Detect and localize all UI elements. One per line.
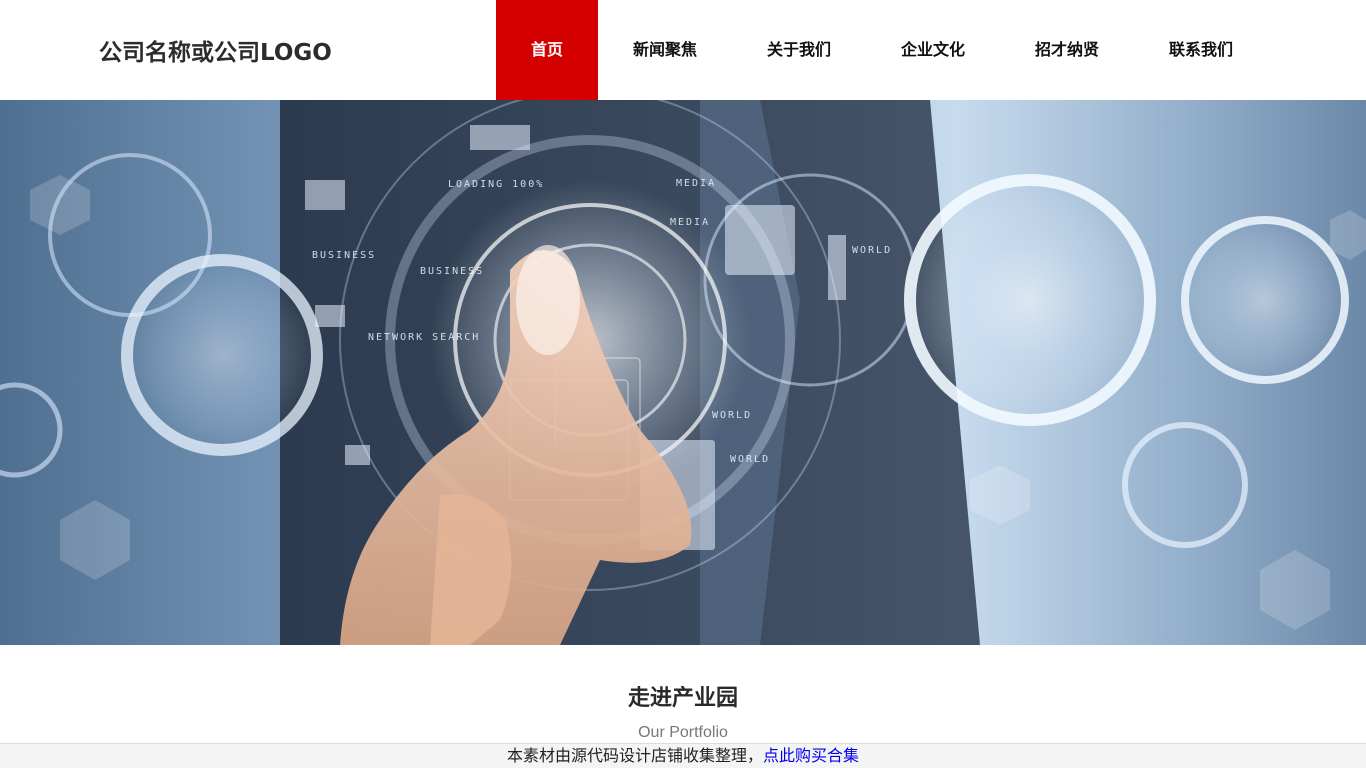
company-logo[interactable]: 公司名称或公司LOGO [99, 33, 332, 67]
section-subtitle: Our Portfolio [638, 724, 728, 741]
main-nav: 首页 新闻聚焦 关于我们 企业文化 招才纳贤 联系我们 [496, 0, 1268, 100]
svg-text:MEDIA: MEDIA [676, 178, 716, 189]
svg-text:NETWORK SEARCH: NETWORK SEARCH [368, 332, 480, 343]
nav-item-careers[interactable]: 招才纳贤 [1000, 0, 1134, 100]
source-notice-bar: 本素材由源代码设计店铺收集整理，点此购买合集 [0, 743, 1366, 768]
svg-text:WORLD: WORLD [730, 454, 770, 465]
nav-item-news[interactable]: 新闻聚焦 [598, 0, 732, 100]
svg-text:WORLD: WORLD [712, 410, 752, 421]
hero-banner-image: BUSINESS BUSINESS NETWORK SEARCH LOADING… [0, 100, 1366, 645]
nav-item-about[interactable]: 关于我们 [732, 0, 866, 100]
nav-item-culture[interactable]: 企业文化 [866, 0, 1000, 100]
svg-text:MEDIA: MEDIA [670, 217, 710, 228]
svg-text:LOADING 100%: LOADING 100% [448, 179, 544, 190]
svg-text:BUSINESS: BUSINESS [312, 250, 376, 261]
buy-collection-link[interactable]: 点此购买合集 [763, 746, 859, 765]
nav-item-contact[interactable]: 联系我们 [1134, 0, 1268, 100]
nav-item-home[interactable]: 首页 [496, 0, 598, 100]
section-title: 走进产业园 [627, 686, 738, 711]
source-notice-text: 本素材由源代码设计店铺收集整理， [506, 746, 763, 765]
svg-text:WORLD: WORLD [852, 245, 892, 256]
site-header: 公司名称或公司LOGO 首页 新闻聚焦 关于我们 企业文化 招才纳贤 联系我们 [0, 0, 1366, 100]
svg-text:BUSINESS: BUSINESS [420, 266, 484, 277]
